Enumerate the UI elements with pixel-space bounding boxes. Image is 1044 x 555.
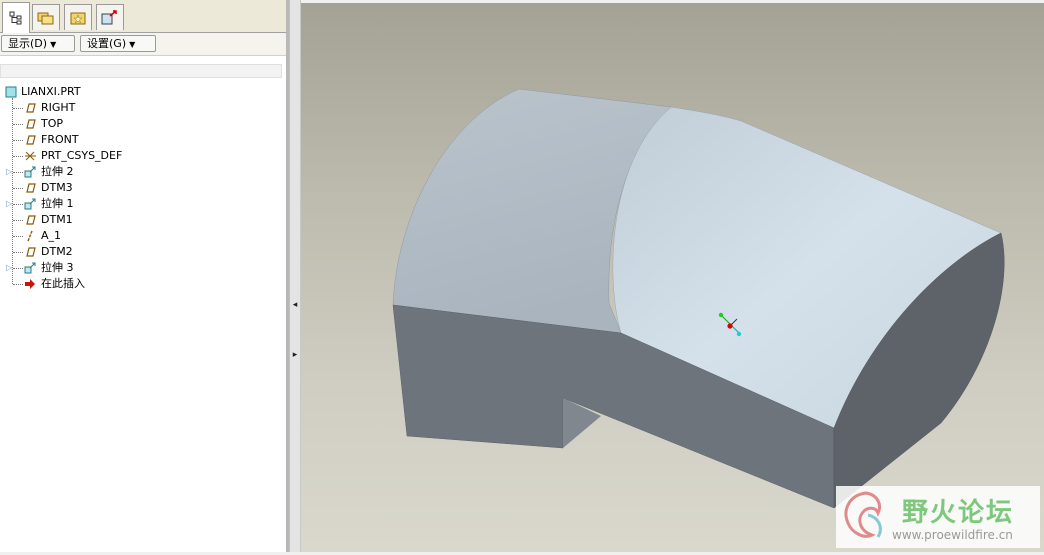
tree-item-label: RIGHT: [41, 101, 76, 114]
tree-item[interactable]: A_1: [0, 228, 280, 244]
extrude-icon: [24, 166, 36, 178]
csys-icon: [24, 150, 36, 162]
navigator-tabs: [0, 0, 288, 33]
tree-item-label: TOP: [41, 117, 64, 130]
watermark-title: 野火论坛: [902, 498, 1015, 528]
tree-connector-line: [13, 236, 23, 237]
favorites-tab[interactable]: [64, 4, 92, 30]
datum-plane-icon: [24, 102, 36, 114]
tree-connector-line: [13, 108, 23, 109]
tree-item[interactable]: TOP: [0, 116, 280, 132]
tree-item-label: A_1: [41, 229, 62, 242]
tree-connector-line: [13, 156, 23, 157]
model-3d: [392, 88, 1005, 509]
navigator-panel: 显示(D) ▼ 设置(G) ▼ LIANXI.PRT RIGHT TOP FRONT PRT…: [0, 0, 288, 552]
navigator-toolbar: 显示(D) ▼ 设置(G) ▼: [0, 33, 288, 56]
tree-filter-field[interactable]: [0, 64, 282, 78]
tree-item-label: FRONT: [41, 133, 79, 146]
tree-connector-line: [13, 268, 23, 269]
tree-connector-line: [13, 188, 23, 189]
chevron-down-icon: ▼: [50, 40, 57, 49]
panel-splitter[interactable]: ◂ ▸: [289, 0, 301, 552]
tree-item[interactable]: 在此插入: [0, 276, 280, 292]
forum-watermark: 野火论坛 www.proewildfire.cn: [836, 486, 1040, 548]
tree-connector-line: [13, 140, 23, 141]
settings-menu-label: 设置(G): [87, 37, 127, 50]
chevron-down-icon: ▼: [129, 40, 136, 49]
connections-icon: [101, 9, 117, 24]
tree-item-label: DTM2: [41, 245, 73, 258]
show-menu-button[interactable]: 显示(D) ▼: [1, 35, 75, 52]
datum-plane-icon: [24, 182, 36, 194]
tree-item-label: DTM1: [41, 213, 73, 226]
tree-connector-line: [13, 220, 23, 221]
tree-item-label: DTM3: [41, 181, 73, 194]
expand-right-icon[interactable]: ▸: [292, 350, 298, 360]
settings-menu-button[interactable]: 设置(G) ▼: [80, 35, 156, 52]
tree-connector-line: [13, 172, 23, 173]
tree-item[interactable]: PRT_CSYS_DEF: [0, 148, 280, 164]
tree-item-label: PRT_CSYS_DEF: [41, 149, 123, 162]
tree-connector-line: [13, 284, 23, 285]
tree-item-label: LIANXI.PRT: [21, 85, 81, 98]
datum-plane-icon: [24, 118, 36, 130]
tree-item[interactable]: DTM1: [0, 212, 280, 228]
tree-item[interactable]: FRONT: [0, 132, 280, 148]
folder-browser-tab[interactable]: [32, 4, 60, 30]
datum-axis-icon: [24, 230, 36, 242]
tree-item-label: 拉伸 1: [41, 197, 74, 210]
tree-item-label: 在此插入: [41, 277, 85, 290]
model-tree-icon: [9, 11, 22, 25]
watermark-url: www.proewildfire.cn: [892, 528, 1013, 542]
tree-item[interactable]: ▷ 拉伸 2: [0, 164, 280, 180]
show-menu-label: 显示(D): [8, 37, 48, 50]
tree-connector-line: [13, 204, 23, 205]
tree-item[interactable]: ▷ 拉伸 3: [0, 260, 280, 276]
graphics-viewport[interactable]: [301, 3, 1044, 552]
insert-here-icon: [24, 278, 36, 290]
favorites-icon: [70, 12, 86, 24]
tree-item-label: 拉伸 2: [41, 165, 74, 178]
datum-plane-icon: [24, 134, 36, 146]
tree-item[interactable]: RIGHT: [0, 100, 280, 116]
extrude-icon: [24, 262, 36, 274]
connections-tab[interactable]: [96, 4, 124, 30]
model-tree-tab[interactable]: [2, 2, 30, 33]
tree-item[interactable]: DTM2: [0, 244, 280, 260]
forum-logo-icon: [844, 491, 882, 538]
tree-item-label: 拉伸 3: [41, 261, 74, 274]
datum-plane-icon: [24, 246, 36, 258]
tree-item[interactable]: ▷ 拉伸 1: [0, 196, 280, 212]
tree-connector-line: [13, 252, 23, 253]
tree-item[interactable]: DTM3: [0, 180, 280, 196]
extrude-icon: [24, 198, 36, 210]
folder-browser-icon: [37, 12, 54, 24]
model-tree: LIANXI.PRT RIGHT TOP FRONT PRT_CSYS_DEF ▷ 拉伸 2…: [0, 84, 286, 524]
datum-plane-icon: [24, 214, 36, 226]
collapse-left-icon[interactable]: ◂: [292, 300, 298, 310]
tree-root-part[interactable]: LIANXI.PRT: [0, 84, 280, 100]
tree-connector-line: [13, 124, 23, 125]
part-icon: [5, 86, 17, 98]
